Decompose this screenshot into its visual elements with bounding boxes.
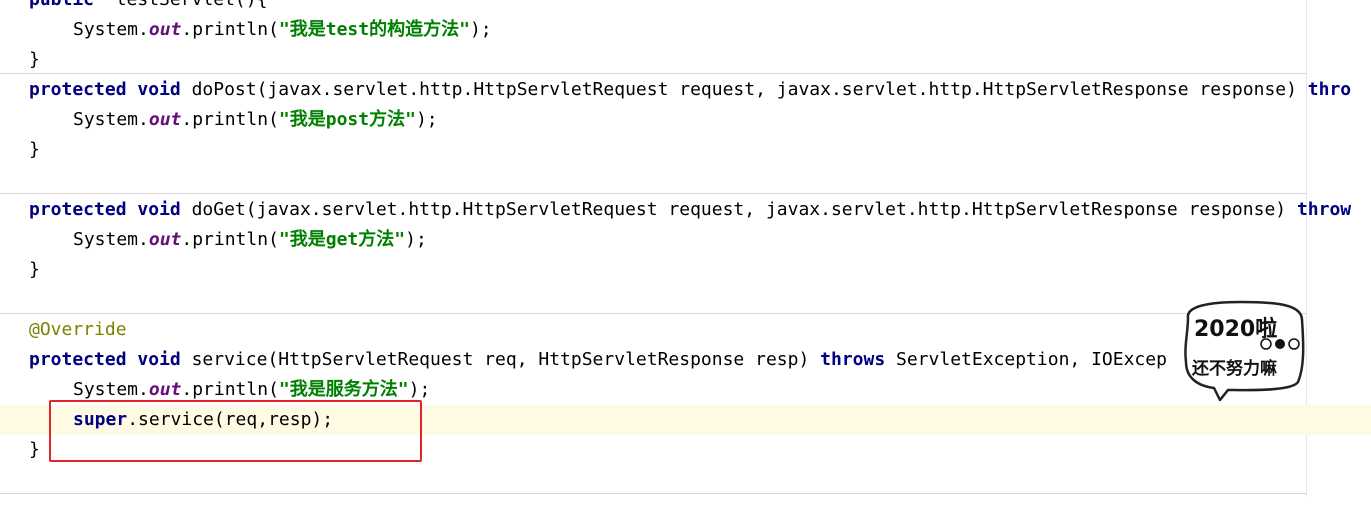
closing-brace: } <box>29 259 40 280</box>
code-line: System.out.println("我是test的构造方法"); <box>0 15 1371 45</box>
code-line: System.out.println("我是post方法"); <box>0 105 1371 135</box>
static-field: out <box>148 379 182 400</box>
code-text: .println( <box>181 19 279 40</box>
code-text: System. <box>73 379 149 400</box>
keyword: protected <box>29 199 127 220</box>
keyword: throw <box>1296 199 1352 220</box>
string-literal: "我是test的构造方法" <box>278 19 470 40</box>
code-line: } <box>0 255 1371 285</box>
code-line: public testServlet(){ <box>0 0 1371 15</box>
sticker-bottom-text: 还不努力嘛 <box>1191 358 1277 379</box>
red-annotation-box <box>49 400 422 462</box>
closing-brace: } <box>29 139 40 160</box>
code-text: ); <box>405 229 427 250</box>
static-field: out <box>148 109 182 130</box>
code-text: ServletException, IOExcep <box>885 349 1167 370</box>
keyword: protected <box>29 349 127 370</box>
closing-brace: } <box>29 49 40 70</box>
keyword: protected <box>29 79 127 100</box>
static-field: out <box>148 19 182 40</box>
sticker-top-text: 2020啦 <box>1194 316 1277 342</box>
code-text: .println( <box>181 379 279 400</box>
method-separator <box>0 193 1306 194</box>
string-literal: "我是post方法" <box>278 109 416 130</box>
keyword: void <box>137 199 181 220</box>
code-text: .println( <box>181 109 279 130</box>
code-text: testServlet(){ <box>94 0 268 10</box>
method-separator <box>0 313 1306 314</box>
code-line: } <box>0 45 1371 75</box>
static-field: out <box>148 229 182 250</box>
code-text: .println( <box>181 229 279 250</box>
sticker-emoji: 2020啦 还不努力嘛 <box>1184 300 1305 402</box>
code-line: protected void doPost(javax.servlet.http… <box>0 75 1371 105</box>
method-separator <box>0 73 1306 74</box>
code-text: ); <box>469 19 492 40</box>
code-line: @Override <box>0 315 1371 345</box>
code-text: System. <box>73 19 149 40</box>
code-text: service(HttpServletRequest req, HttpServ… <box>180 349 821 370</box>
code-editor[interactable]: public testServlet(){ System.out.println… <box>0 0 1371 497</box>
closing-brace: } <box>29 439 40 460</box>
keyword: public <box>29 0 94 10</box>
string-literal: "我是服务方法" <box>278 379 409 400</box>
annotation: @Override <box>29 319 127 340</box>
code-line: } <box>0 135 1371 165</box>
keyword: thro <box>1307 79 1352 100</box>
keyword: void <box>137 79 181 100</box>
code-text: ); <box>415 109 438 130</box>
code-text: ); <box>408 379 431 400</box>
method-separator <box>0 493 1306 494</box>
code-text: doPost(javax.servlet.http.HttpServletReq… <box>180 79 1308 100</box>
code-line: System.out.println("我是get方法"); <box>0 225 1371 255</box>
code-text: System. <box>73 229 149 250</box>
code-line: protected void doGet(javax.servlet.http.… <box>0 195 1371 225</box>
code-line: protected void service(HttpServletReques… <box>0 345 1371 375</box>
code-text: System. <box>73 109 149 130</box>
keyword: void <box>137 349 181 370</box>
string-literal: "我是get方法" <box>278 229 406 250</box>
keyword: throws <box>820 349 886 370</box>
code-text: doGet(javax.servlet.http.HttpServletRequ… <box>180 199 1297 220</box>
